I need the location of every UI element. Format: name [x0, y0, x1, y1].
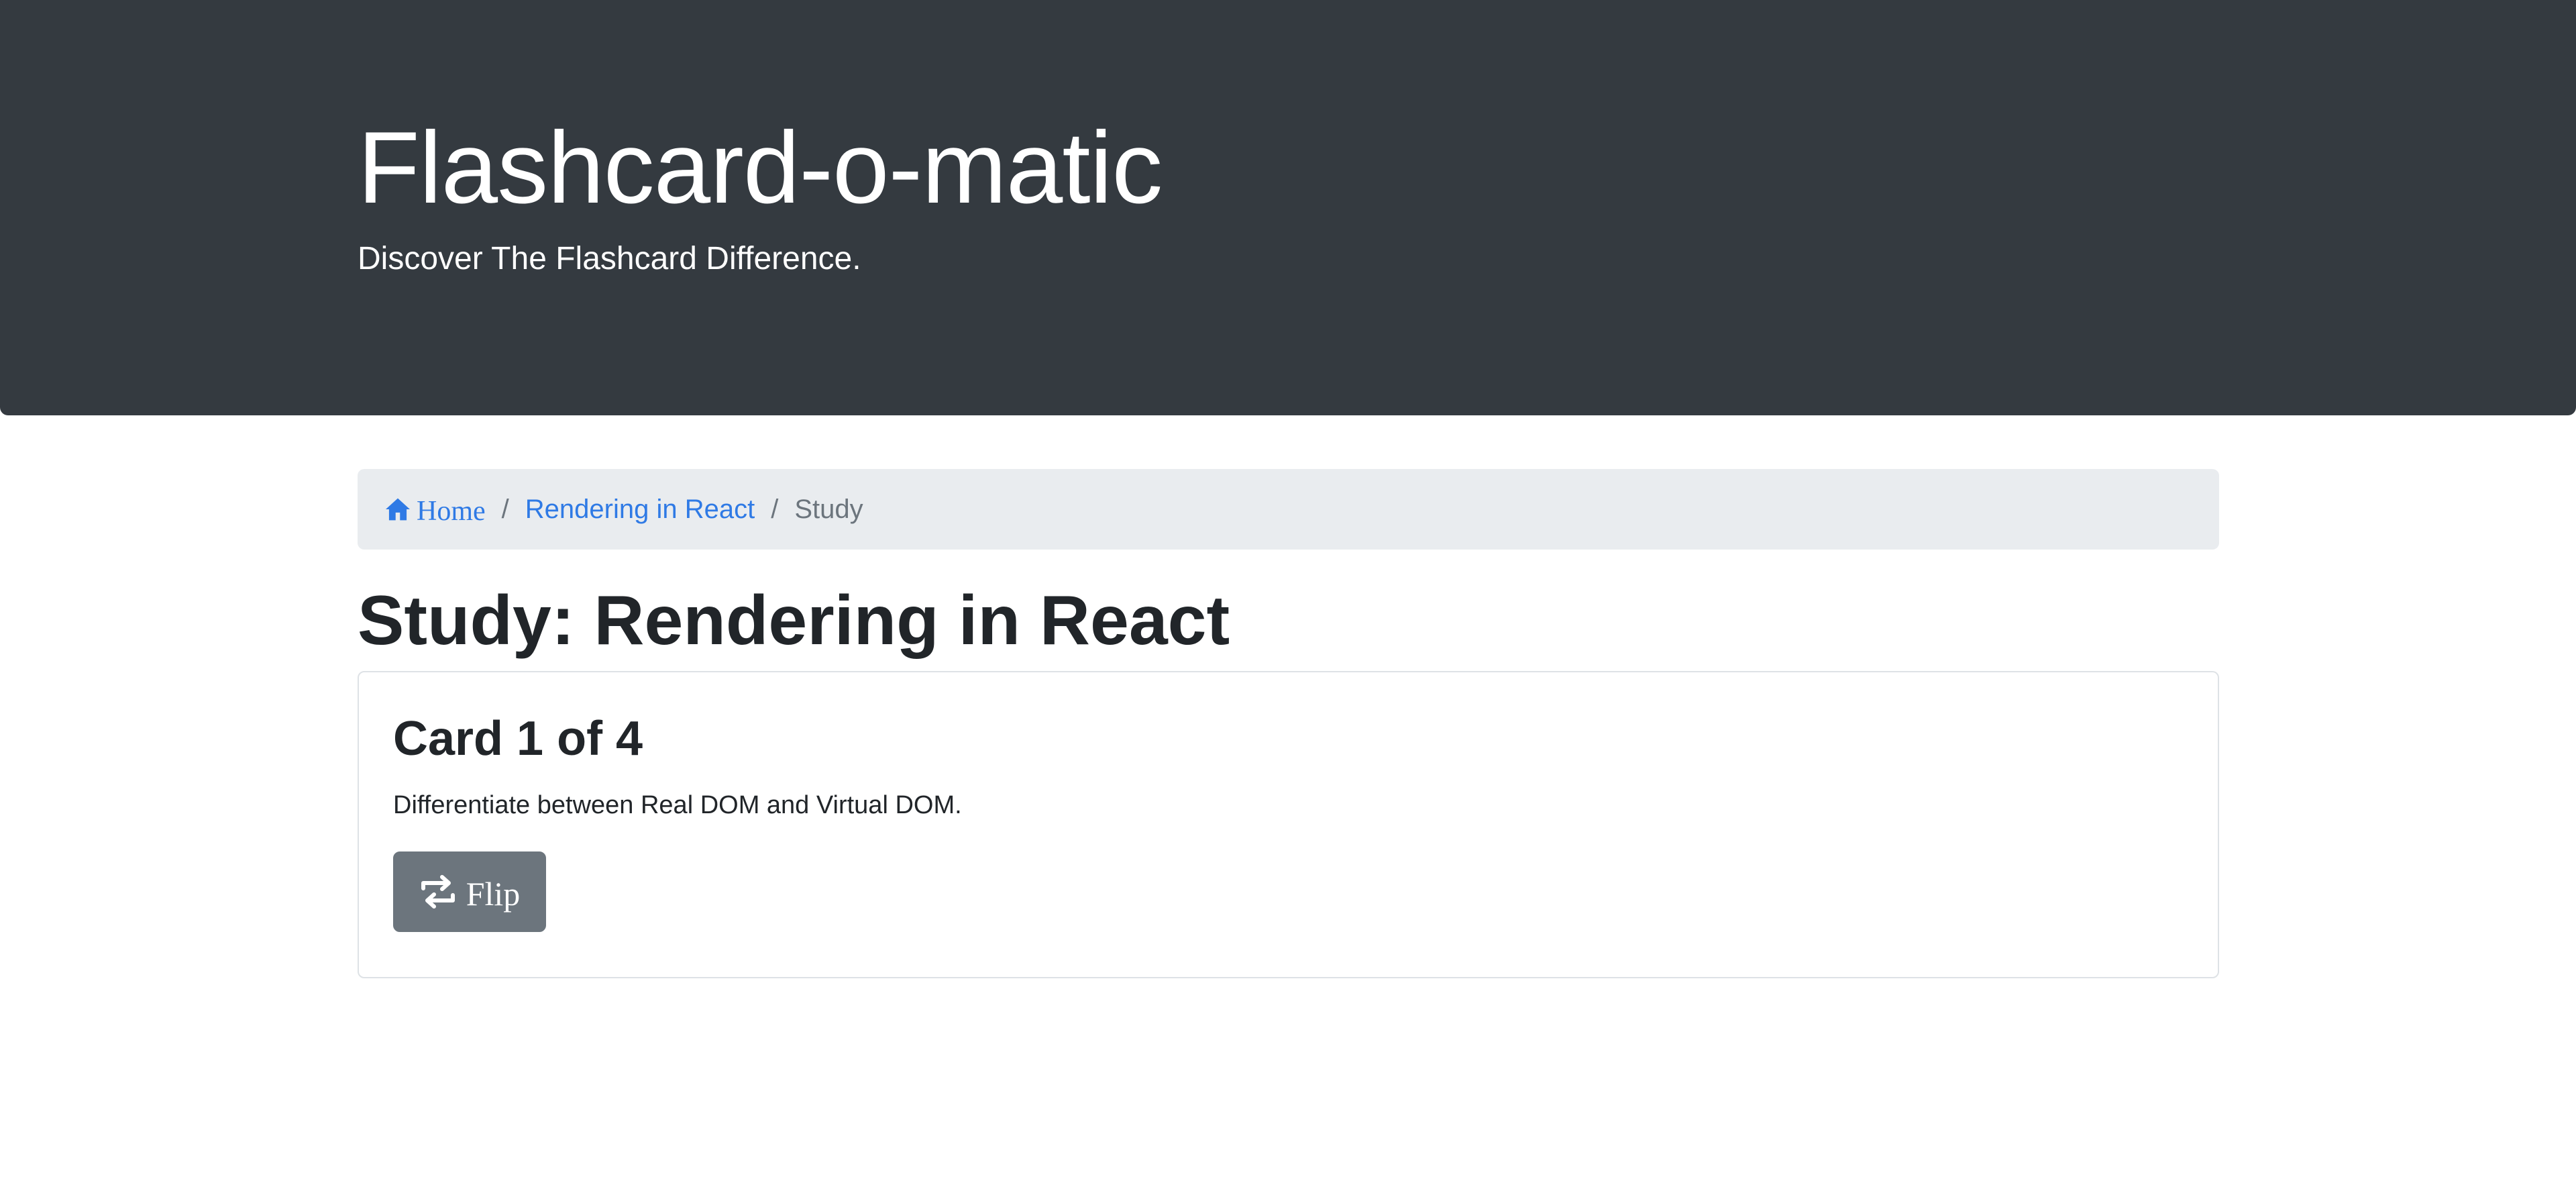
- flashcard: Card 1 of 4 Differentiate between Real D…: [358, 671, 2219, 978]
- breadcrumb-current: Study: [794, 494, 863, 524]
- flip-arrows-icon: [419, 875, 457, 909]
- flip-button-label: Flip: [466, 875, 521, 913]
- app-subtitle: Discover The Flashcard Difference.: [358, 241, 861, 276]
- breadcrumb-home-label: Home: [417, 496, 486, 527]
- home-icon: [384, 497, 411, 521]
- breadcrumb-deck-link[interactable]: Rendering in React: [525, 495, 755, 525]
- app-header: Flashcard-o-matic Discover The Flashcard…: [0, 0, 2576, 415]
- card-counter: Card 1 of 4: [393, 712, 643, 766]
- breadcrumb-separator: /: [771, 494, 779, 524]
- breadcrumb-home-link[interactable]: Home: [384, 491, 486, 527]
- breadcrumb-separator: /: [501, 494, 509, 524]
- page-title: Study: Rendering in React: [358, 582, 1230, 660]
- flip-button[interactable]: Flip: [393, 851, 546, 932]
- breadcrumb: Home / Rendering in React / Study: [358, 469, 2219, 550]
- card-front-text: Differentiate between Real DOM and Virtu…: [393, 791, 962, 819]
- app-title: Flashcard-o-matic: [358, 111, 1163, 225]
